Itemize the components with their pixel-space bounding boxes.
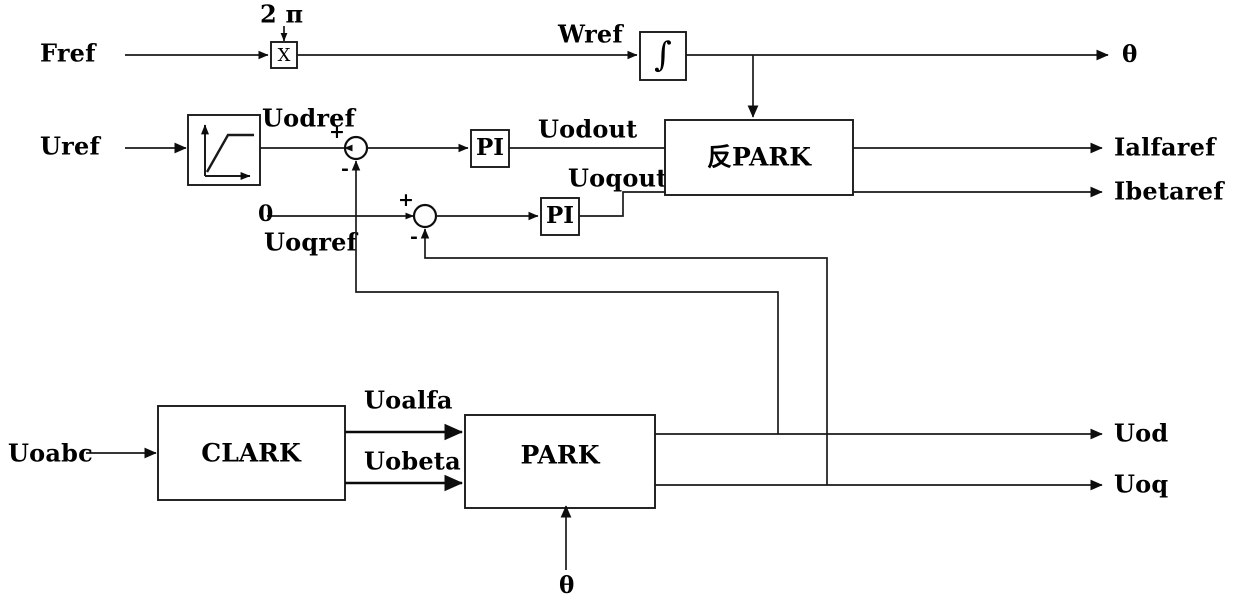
label-uod: Uod (1114, 419, 1168, 448)
summer-q-plus-sign: + (398, 189, 414, 211)
label-ialfaref: Ialfaref (1114, 133, 1217, 162)
label-uodout: Uodout (538, 115, 637, 144)
label-uoalfa: Uoalfa (364, 386, 453, 415)
label-theta-output: θ (1122, 41, 1137, 68)
ramp-block[interactable] (187, 114, 261, 186)
label-uoqref: Uoqref (264, 228, 359, 257)
inverse-park-label: 反PARK (707, 143, 812, 172)
measurement-path: CLARK PARK (86, 405, 1103, 570)
clark-label: CLARK (201, 439, 302, 468)
label-uoqout: Uoqout (568, 164, 667, 193)
multiplier-label: X (278, 45, 291, 66)
label-ibetaref: Ibetaref (1114, 177, 1225, 206)
label-wref: Wref (557, 20, 624, 49)
summer-d-minus-sign: - (341, 158, 349, 180)
pi-controller-q-label: PI (546, 202, 574, 229)
label-fref: Fref (40, 39, 97, 68)
label-uobeta: Uobeta (364, 447, 461, 476)
summer-q-minus-sign: - (410, 226, 418, 248)
wire-pi-q-to-inv-park (579, 191, 665, 217)
label-theta-input: θ (559, 572, 574, 599)
label-uoabc: Uoabc (8, 439, 93, 468)
summer-d-axis[interactable] (343, 135, 369, 161)
label-uref: Uref (40, 132, 101, 161)
park-label: PARK (521, 441, 601, 470)
summer-q-axis[interactable] (412, 203, 438, 229)
diagram-canvas: X ∫ Fref 2 π Wref θ PI Uref Uodref + - U… (8, 0, 1225, 599)
inverse-park-group: 反PARK (664, 119, 1103, 198)
integrator-label: ∫ (654, 35, 672, 75)
label-two-pi: 2 π (260, 0, 303, 29)
label-uoqref-value: 0 (258, 201, 273, 227)
control-block-diagram: X ∫ Fref 2 π Wref θ PI Uref Uodref + - U… (0, 0, 1240, 603)
pi-controller-d-label: PI (476, 134, 504, 161)
label-uoq: Uoq (1114, 470, 1168, 499)
summer-d-plus-sign: + (329, 121, 345, 143)
